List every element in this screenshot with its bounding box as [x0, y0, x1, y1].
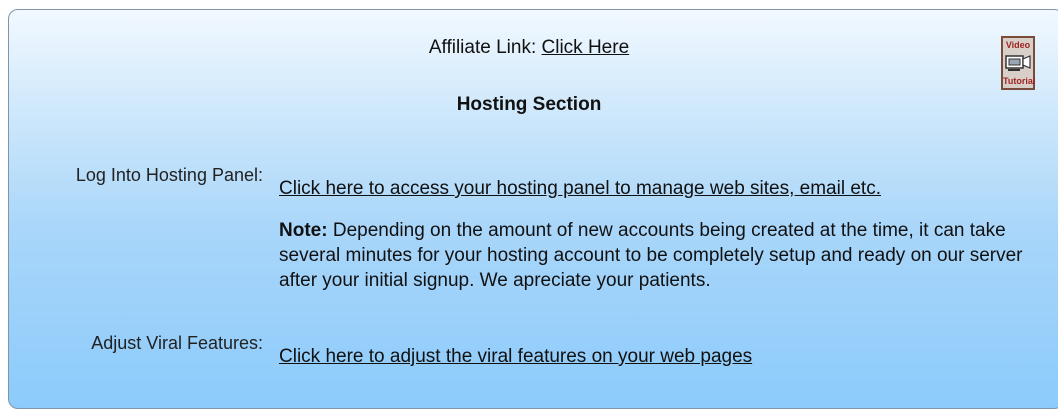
- affiliate-label: Affiliate Link:: [428, 37, 537, 58]
- hosting-panel-link[interactable]: Click here to access your hosting panel …: [279, 178, 881, 200]
- video-tutorial-bottom-text: Tutorial: [1003, 76, 1036, 86]
- hosting-note: Note: Depending on the amount of new acc…: [279, 218, 1054, 293]
- note-text: Depending on the amount of new accounts …: [279, 220, 1023, 291]
- section-title: Hosting Section: [456, 94, 602, 115]
- video-camera-icon: [1005, 55, 1031, 71]
- hosting-panel: Affiliate Link: Click Here Video Tutoria…: [8, 9, 1058, 409]
- video-tutorial-button[interactable]: Video Tutorial: [1001, 36, 1035, 90]
- affiliate-link[interactable]: Click Here: [542, 37, 630, 58]
- video-tutorial-top-text: Video: [1005, 40, 1031, 50]
- viral-features-link[interactable]: Click here to adjust the viral features …: [279, 346, 752, 368]
- viral-features-label: Adjust Viral Features:: [91, 333, 263, 353]
- affiliate-row: Affiliate Link: Click Here: [9, 37, 1049, 59]
- note-label: Note:: [279, 220, 328, 241]
- hosting-panel-label: Log Into Hosting Panel:: [75, 165, 263, 185]
